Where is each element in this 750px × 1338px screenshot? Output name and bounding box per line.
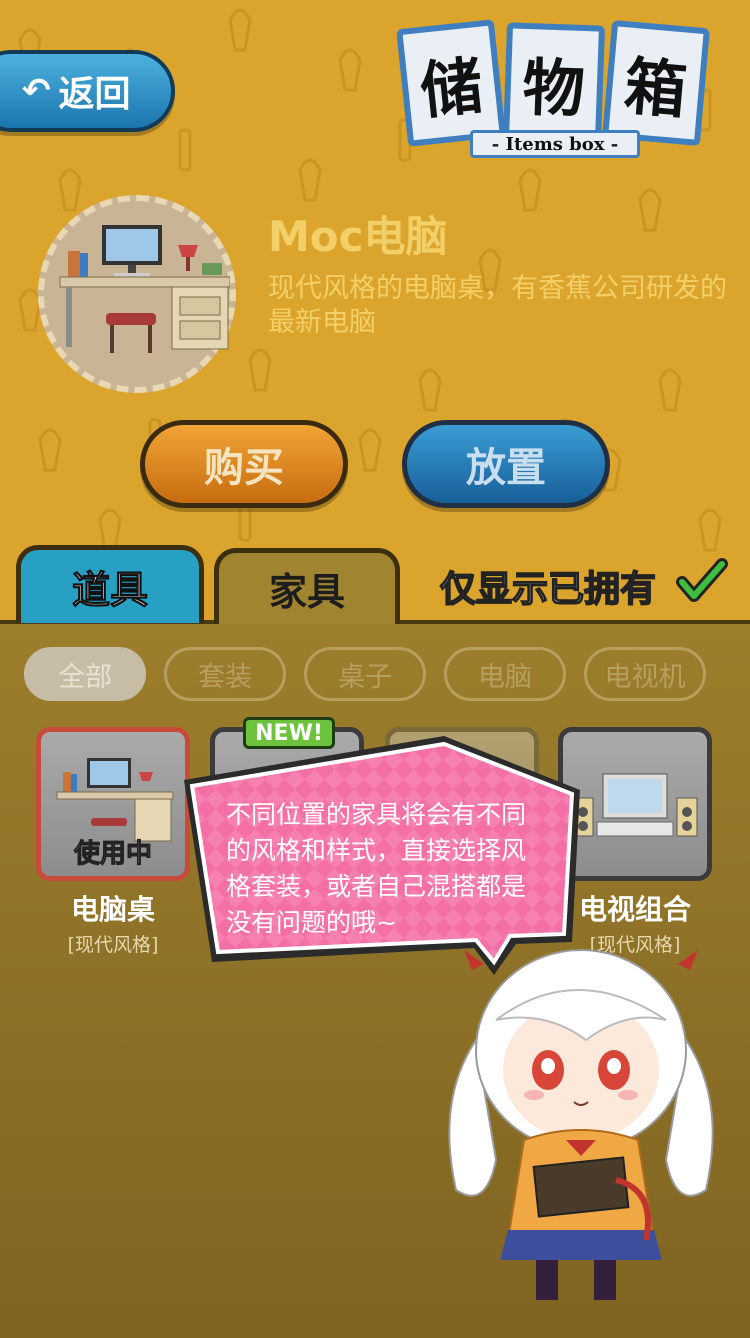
mascot-character	[448, 949, 714, 1300]
filter-set[interactable]: 套装	[164, 647, 286, 701]
owned-only-label[interactable]: 仅显示已拥有	[439, 560, 657, 612]
filter-tv[interactable]: 电视机	[584, 647, 706, 701]
title-char-3: 箱	[602, 19, 710, 147]
tab-tools[interactable]: 道具	[16, 545, 204, 623]
checkmark-icon[interactable]	[676, 556, 728, 608]
buy-button[interactable]: 购买	[140, 420, 348, 508]
in-use-label: 使用中	[73, 839, 152, 870]
filter-computer[interactable]: 电脑	[444, 647, 566, 701]
tab-furniture[interactable]: 家具	[214, 548, 400, 624]
filter-desk[interactable]: 桌子	[304, 647, 426, 701]
back-label: 返回	[58, 74, 131, 115]
selected-item-description: 现代风格的电脑桌，有香蕉公司研发的最新电脑	[268, 273, 727, 338]
title-char-1: 储	[396, 19, 506, 147]
title-char-2: 物	[502, 22, 606, 144]
selected-item-thumbnail	[38, 195, 236, 393]
item-card-computer-desk[interactable]: 使用中	[36, 727, 190, 881]
computer-desk-icon	[59, 225, 231, 353]
filter-all[interactable]: 全部	[24, 647, 146, 701]
back-button[interactable]: ↶ 返回	[0, 50, 175, 132]
selected-item-name: Moc电脑	[268, 212, 448, 261]
tooltip-text: 不同位置的家具将会有不同的风格和样式，直接选择风格套装，或者自己混搭都是没有问题…	[226, 800, 527, 937]
item-style-computer-desk: [现代风格]	[67, 934, 159, 956]
item-name-computer-desk: 电脑桌	[70, 893, 155, 926]
back-arrow-icon: ↶	[22, 71, 51, 111]
place-button[interactable]: 放置	[402, 420, 610, 508]
title-subtitle: - Items box -	[470, 130, 640, 158]
